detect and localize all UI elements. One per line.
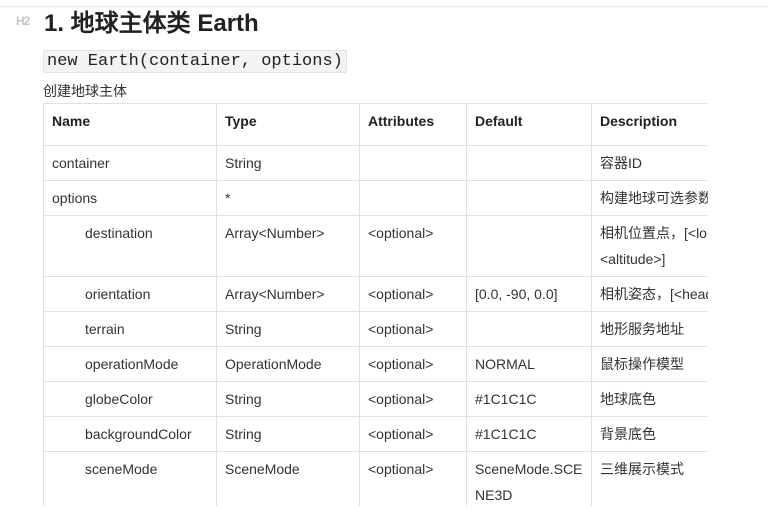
- cell-name: orientation: [43, 276, 217, 312]
- cell-type: Array<Number>: [216, 276, 360, 312]
- col-header-description: Description: [591, 103, 708, 146]
- cell-type: *: [216, 180, 360, 216]
- col-header-type: Type: [216, 103, 360, 146]
- table-row: orientation Array<Number> <optional> [0.…: [43, 276, 708, 312]
- cell-description: 容器ID: [591, 145, 708, 181]
- table-row: destination Array<Number> <optional> 相机位…: [43, 215, 708, 277]
- top-divider: [0, 6, 768, 7]
- cell-default: #1C1C1C: [466, 381, 592, 417]
- cell-attributes: <optional>: [359, 276, 467, 312]
- cell-type: SceneMode: [216, 451, 360, 506]
- cell-attributes: <optional>: [359, 215, 467, 277]
- cell-type: String: [216, 416, 360, 452]
- cell-default: NORMAL: [466, 346, 592, 382]
- params-table-container: Name Type Attributes Default Description…: [43, 103, 708, 506]
- cell-description: 地形服务地址: [591, 311, 708, 347]
- cell-name: operationMode: [43, 346, 217, 382]
- cell-attributes: [359, 145, 467, 181]
- section-description: 创建地球主体: [43, 83, 127, 99]
- cell-description: 相机位置点，[<lon>, <lat>, <altitude>]: [591, 215, 708, 277]
- heading-level-marker: H2: [16, 14, 30, 28]
- table-row: terrain String <optional> 地形服务地址: [43, 311, 708, 347]
- cell-default: [466, 311, 592, 347]
- cell-type: OperationMode: [216, 346, 360, 382]
- cell-name: terrain: [43, 311, 217, 347]
- cell-description: 地球底色: [591, 381, 708, 417]
- cell-default: SceneMode.SCENE3D: [466, 451, 592, 506]
- table-row: options * 构建地球可选参数: [43, 180, 708, 216]
- cell-type: Array<Number>: [216, 215, 360, 277]
- table-header-row: Name Type Attributes Default Description: [43, 103, 708, 146]
- cell-description: 三维展示模式: [591, 451, 708, 506]
- col-header-attributes: Attributes: [359, 103, 467, 146]
- col-header-default: Default: [466, 103, 592, 146]
- table-row: sceneMode SceneMode <optional> SceneMode…: [43, 451, 708, 506]
- cell-description: 相机姿态，[<heading>, <pitch>, <roll>]: [591, 276, 708, 312]
- cell-default: [466, 180, 592, 216]
- cell-name: container: [43, 145, 217, 181]
- cell-attributes: <optional>: [359, 451, 467, 506]
- cell-attributes: <optional>: [359, 416, 467, 452]
- cell-attributes: <optional>: [359, 346, 467, 382]
- cell-description: 鼠标操作模型: [591, 346, 708, 382]
- page-title: 1. 地球主体类 Earth: [44, 10, 259, 37]
- table-row: globeColor String <optional> #1C1C1C 地球底…: [43, 381, 708, 417]
- cell-default: [0.0, -90, 0.0]: [466, 276, 592, 312]
- params-table: Name Type Attributes Default Description…: [43, 103, 708, 506]
- constructor-signature: new Earth(container, options): [43, 50, 347, 73]
- cell-attributes: <optional>: [359, 311, 467, 347]
- cell-description: 背景底色: [591, 416, 708, 452]
- cell-attributes: <optional>: [359, 381, 467, 417]
- cell-name: sceneMode: [43, 451, 217, 506]
- cell-default: [466, 215, 592, 277]
- cell-attributes: [359, 180, 467, 216]
- col-header-name: Name: [43, 103, 217, 146]
- cell-type: String: [216, 311, 360, 347]
- cell-default: #1C1C1C: [466, 416, 592, 452]
- cell-name: destination: [43, 215, 217, 277]
- cell-type: String: [216, 381, 360, 417]
- table-row: backgroundColor String <optional> #1C1C1…: [43, 416, 708, 452]
- cell-description: 构建地球可选参数: [591, 180, 708, 216]
- cell-name: options: [43, 180, 217, 216]
- cell-name: backgroundColor: [43, 416, 217, 452]
- cell-name: globeColor: [43, 381, 217, 417]
- table-row: container String 容器ID: [43, 145, 708, 181]
- table-row: operationMode OperationMode <optional> N…: [43, 346, 708, 382]
- cell-default: [466, 145, 592, 181]
- cell-type: String: [216, 145, 360, 181]
